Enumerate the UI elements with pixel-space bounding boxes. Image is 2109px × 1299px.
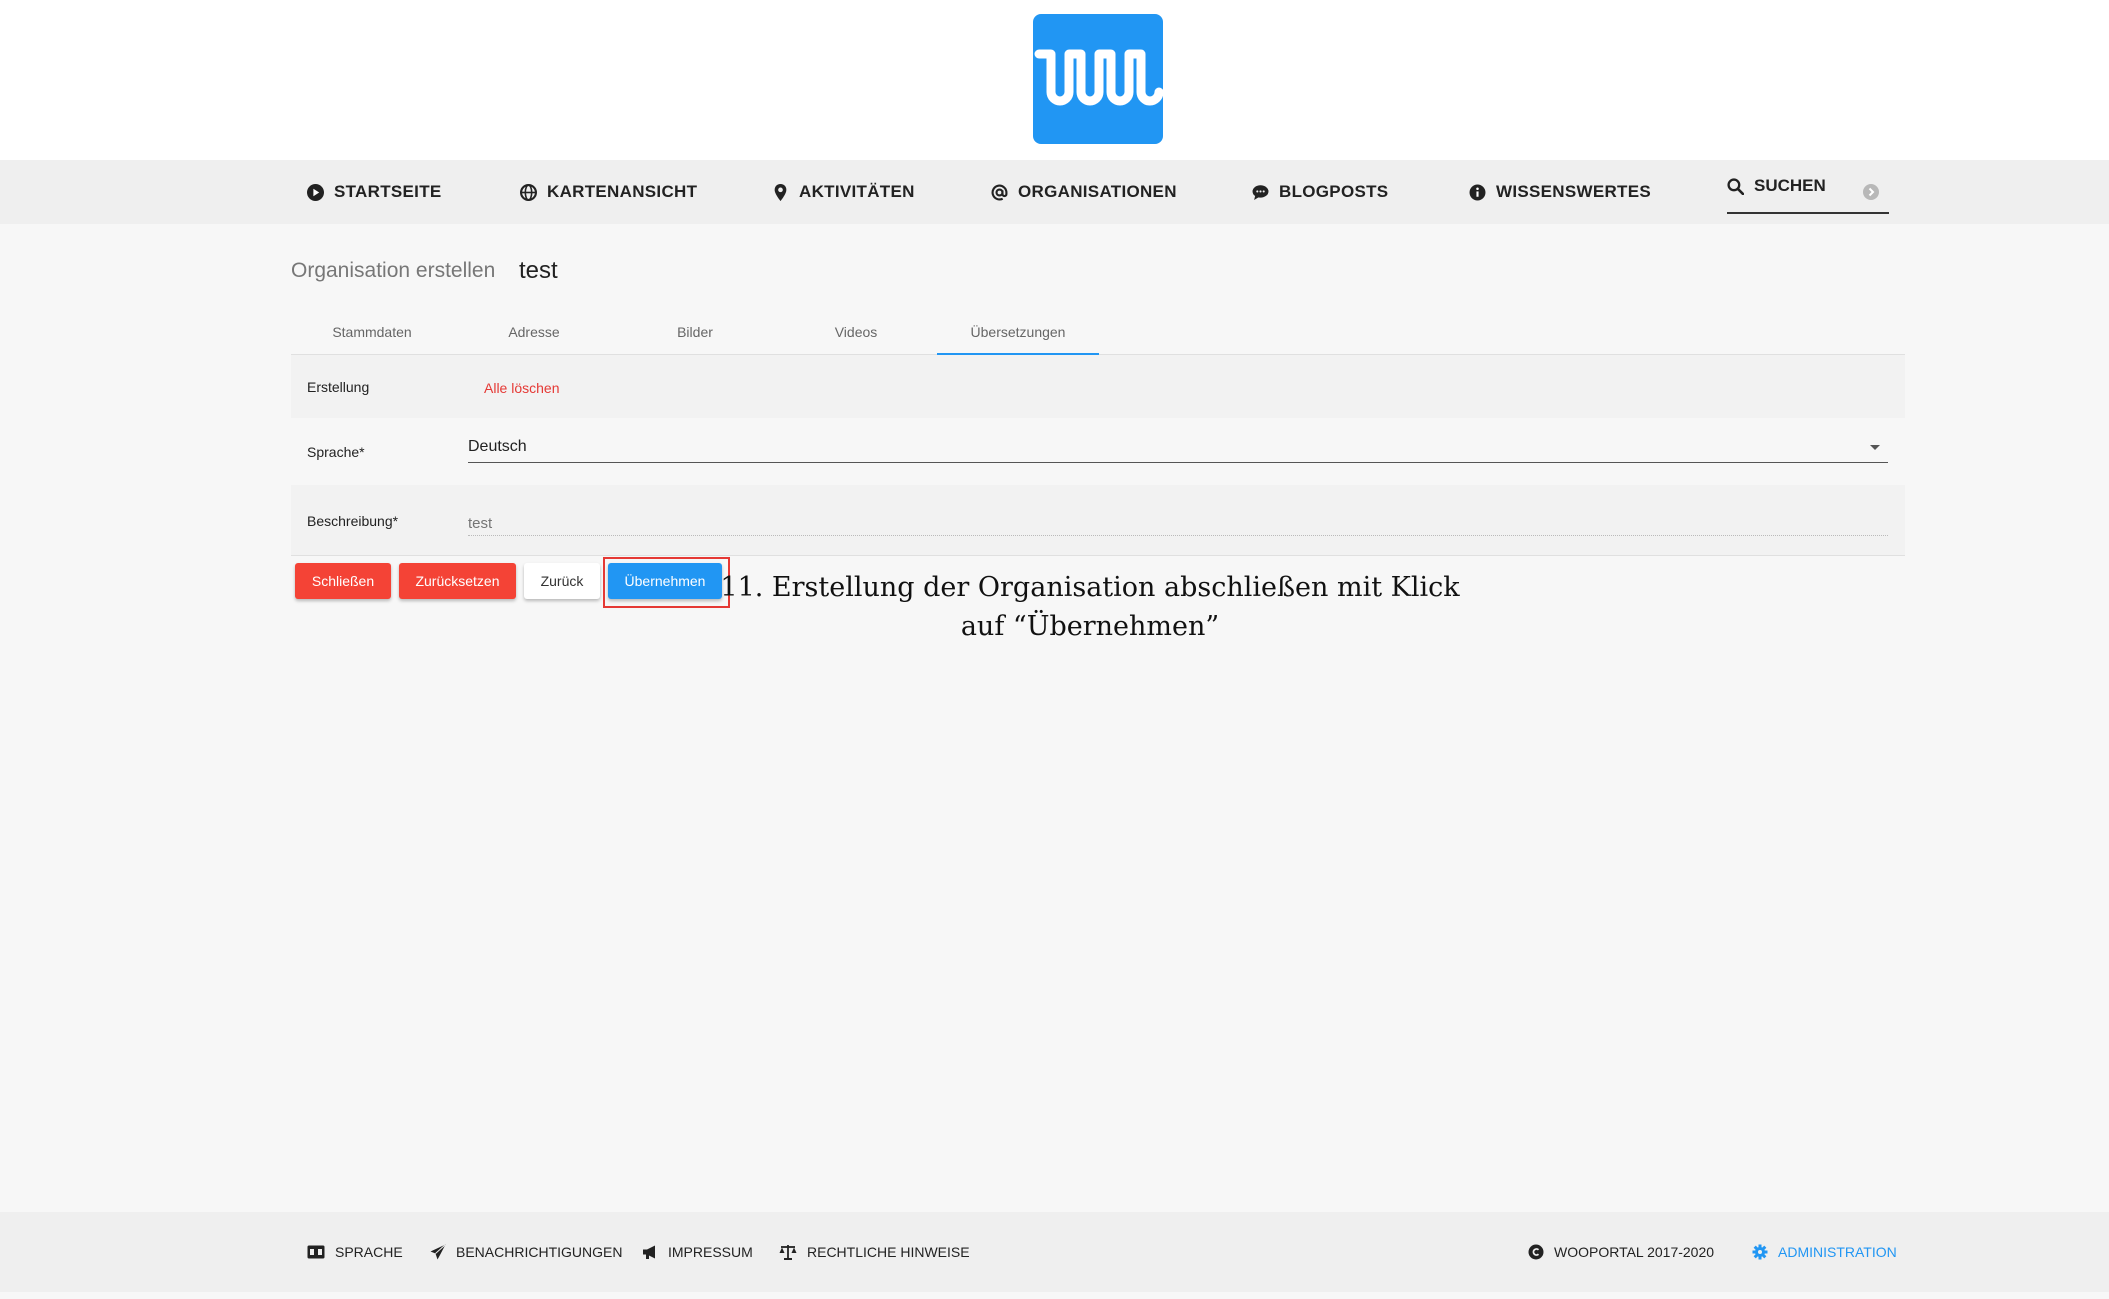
- gear-icon: [1752, 1244, 1768, 1260]
- search-submit-icon[interactable]: [1863, 184, 1879, 200]
- footer-admin-link[interactable]: ADMINISTRATION: [1752, 1212, 1897, 1292]
- paper-plane-icon: [430, 1244, 446, 1260]
- megaphone-icon: [643, 1245, 655, 1259]
- copyright-icon: [1528, 1244, 1544, 1260]
- annotation-line-1: 11. Erstellung der Organisation abschlie…: [720, 572, 1460, 603]
- globe-icon: [520, 183, 537, 201]
- language-select[interactable]: Deutsch: [468, 438, 1888, 463]
- tab-bilder[interactable]: Bilder: [614, 310, 776, 354]
- nav-item-kartenansicht[interactable]: KARTENANSICHT: [520, 160, 697, 224]
- nav-label-blogposts: BLOGPOSTS: [1279, 182, 1389, 201]
- chevron-down-icon: [1870, 445, 1880, 450]
- nav-item-startseite[interactable]: STARTSEITE: [307, 160, 442, 224]
- language-row: Sprache* Deutsch: [291, 418, 1905, 485]
- description-label: Beschreibung*: [307, 513, 399, 529]
- tutorial-annotation: 11. Erstellung der Organisation abschlie…: [700, 568, 1480, 646]
- search-icon: [1727, 177, 1744, 195]
- nav-label-wissenswertes: WISSENSWERTES: [1496, 182, 1652, 201]
- search-field[interactable]: [1727, 160, 1889, 214]
- form-tabs: Stammdaten Adresse Bilder Videos Überset…: [291, 310, 1905, 355]
- nav-label-startseite: STARTSEITE: [334, 182, 442, 201]
- tab-videos[interactable]: Videos: [775, 310, 937, 354]
- tab-stammdaten[interactable]: Stammdaten: [291, 310, 453, 354]
- info-icon: [1469, 184, 1486, 200]
- annotation-line-2: auf “Übernehmen”: [960, 611, 1220, 642]
- creation-label: Erstellung: [307, 379, 370, 395]
- description-row: Beschreibung*: [291, 485, 1905, 556]
- footer-admin-label: ADMINISTRATION: [1778, 1244, 1897, 1260]
- nav-item-wissenswertes[interactable]: WISSENSWERTES: [1469, 160, 1651, 224]
- nav-item-aktivitaeten[interactable]: AKTIVITÄTEN: [772, 160, 915, 224]
- creation-row: Erstellung Alle löschen: [291, 355, 1905, 418]
- nav-label-aktivitaeten: AKTIVITÄTEN: [799, 182, 915, 201]
- wooportal-logo[interactable]: [1033, 14, 1163, 144]
- play-circle-icon: [307, 183, 324, 201]
- logo-wave-icon: [1034, 49, 1163, 106]
- search-input[interactable]: [1754, 176, 1864, 196]
- footer-copyright-label: WOOPORTAL 2017-2020: [1554, 1244, 1715, 1260]
- footer-copyright: WOOPORTAL 2017-2020: [1528, 1212, 1714, 1292]
- language-value: Deutsch: [468, 438, 527, 455]
- nav-item-blogposts[interactable]: BLOGPOSTS: [1252, 160, 1388, 224]
- organisation-name: test: [519, 257, 558, 284]
- language-label: Sprache*: [307, 444, 365, 460]
- nav-label-organisationen: ORGANISATIONEN: [1018, 182, 1177, 201]
- back-button[interactable]: Zurück: [524, 563, 600, 599]
- map-marker-icon: [774, 183, 787, 201]
- language-icon: [307, 1245, 325, 1259]
- footer-imprint-label: IMPRESSUM: [668, 1244, 753, 1260]
- footer-language-link[interactable]: SPRACHE: [307, 1212, 403, 1292]
- footer-imprint-link[interactable]: IMPRESSUM: [642, 1212, 753, 1292]
- nav-item-organisationen[interactable]: ORGANISATIONEN: [991, 160, 1177, 224]
- site-footer: SPRACHE BENACHRICHTIGUNGEN IMPRESSUM REC…: [0, 1212, 2109, 1292]
- main-navigation: STARTSEITE KARTENANSICHT AKTIVITÄTEN ORG…: [0, 160, 2109, 224]
- footer-language-label: SPRACHE: [335, 1244, 403, 1260]
- tab-adresse[interactable]: Adresse: [453, 310, 615, 354]
- balance-scale-icon: [779, 1245, 797, 1260]
- chevron-right-icon: [1868, 187, 1875, 197]
- reset-button[interactable]: Zurücksetzen: [399, 563, 516, 599]
- clear-all-link[interactable]: Alle löschen: [484, 380, 560, 396]
- tab-uebersetzungen[interactable]: Übersetzungen: [937, 310, 1099, 355]
- at-icon: [991, 184, 1008, 200]
- close-button[interactable]: Schließen: [295, 563, 391, 599]
- footer-legal-label: RECHTLICHE HINWEISE: [807, 1244, 970, 1260]
- footer-notifications-link[interactable]: BENACHRICHTIGUNGEN: [430, 1212, 622, 1292]
- comment-icon: [1252, 184, 1269, 200]
- page-title: Organisation erstellen: [291, 259, 496, 282]
- site-header: [0, 0, 2109, 160]
- nav-label-kartenansicht: KARTENANSICHT: [547, 182, 698, 201]
- description-input[interactable]: [468, 511, 1888, 536]
- footer-legal-link[interactable]: RECHTLICHE HINWEISE: [779, 1212, 970, 1292]
- footer-notifications-label: BENACHRICHTIGUNGEN: [456, 1244, 623, 1260]
